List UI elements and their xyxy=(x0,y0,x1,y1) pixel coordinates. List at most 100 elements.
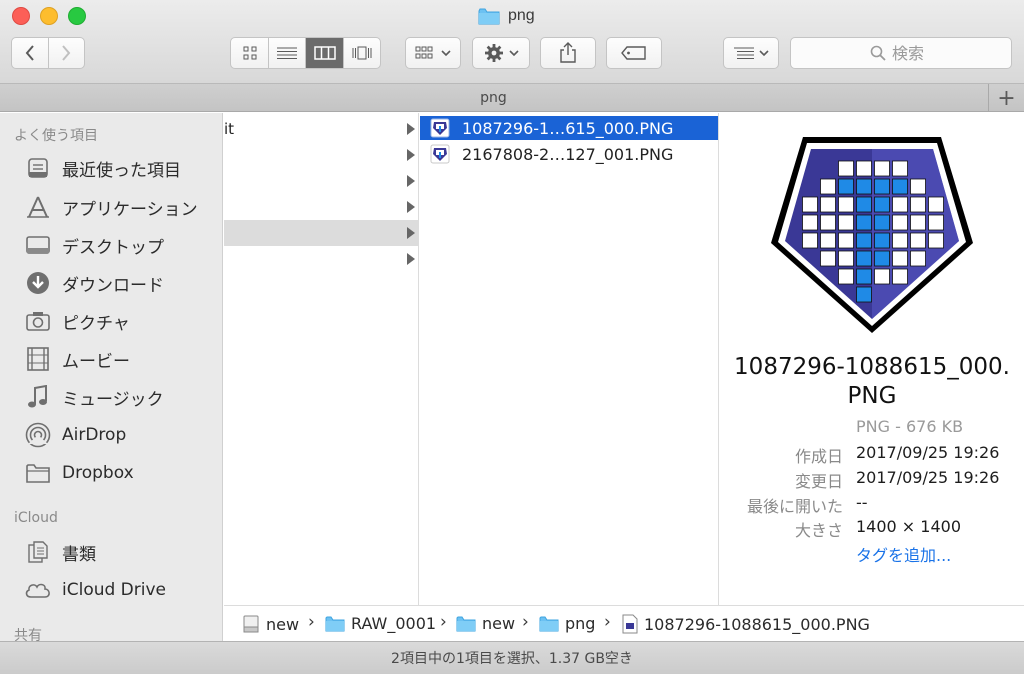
disclosure-arrow-icon xyxy=(407,149,415,161)
action-button[interactable] xyxy=(472,37,530,69)
pixel-cell xyxy=(838,214,854,231)
sidebar-item-pictures[interactable]: ピクチャ xyxy=(0,304,222,338)
pixel-cell xyxy=(820,214,836,231)
list-view-button[interactable] xyxy=(268,38,305,68)
back-button[interactable] xyxy=(12,38,48,68)
airdrop-icon xyxy=(24,422,52,448)
columns-icon xyxy=(313,46,336,60)
sidebar-item-airdrop[interactable]: AirDrop xyxy=(0,418,222,452)
desktop-icon xyxy=(24,232,52,258)
sidebar-item-label: デスクトップ xyxy=(62,237,164,258)
list-item[interactable] xyxy=(224,142,418,168)
minimize-window-button[interactable] xyxy=(40,7,58,25)
pixel-cell xyxy=(910,178,926,195)
share-button[interactable] xyxy=(540,37,596,69)
list-item-selected[interactable] xyxy=(224,220,418,246)
meta-key: 変更日 xyxy=(794,472,843,491)
icon-grid-icon xyxy=(243,46,257,60)
new-tab-button[interactable]: + xyxy=(988,84,1024,112)
pixel-cell xyxy=(892,214,908,231)
pixel-cell xyxy=(892,232,908,249)
png-file-icon xyxy=(430,118,450,138)
list-item[interactable]: it xyxy=(224,116,418,142)
sidebar-item-applications[interactable]: アプリケーション xyxy=(0,190,222,224)
path-item-label: RAW_0001 xyxy=(351,614,437,633)
close-window-button[interactable] xyxy=(12,7,30,25)
pixel-cell xyxy=(838,250,854,267)
sidebar-item-movies[interactable]: ムービー xyxy=(0,342,222,376)
icon-view-button[interactable] xyxy=(231,38,268,68)
share-icon xyxy=(560,42,576,63)
file-row-selected[interactable]: 1087296-1…615_000.PNG xyxy=(420,116,718,140)
sidebar-item-label: ムービー xyxy=(62,351,130,372)
sidebar-item-label: AirDrop xyxy=(62,425,127,445)
pixel-cell xyxy=(856,232,872,249)
meta-row-created: 作成日 2017/09/25 19:26 xyxy=(720,443,1024,466)
tag-icon xyxy=(621,46,646,60)
cover-flow-view-button[interactable] xyxy=(342,38,380,68)
sidebar-item-icloud-drive[interactable]: iCloud Drive xyxy=(0,573,222,607)
pixel-cell xyxy=(874,250,890,267)
nav-button-group xyxy=(11,37,85,69)
png-file-icon xyxy=(622,614,638,634)
tab-png[interactable]: png xyxy=(0,84,987,112)
music-note-icon xyxy=(24,384,52,410)
pixel-cell xyxy=(874,160,890,177)
folder-icon xyxy=(456,616,476,631)
preview-filename-line1: 1087296-1088615_000. xyxy=(734,354,1010,380)
search-field[interactable] xyxy=(790,37,1012,69)
column-view-button[interactable] xyxy=(305,38,343,68)
pixel-cell xyxy=(892,196,908,213)
sidebar-item-music[interactable]: ミュージック xyxy=(0,380,222,414)
pixel-cell xyxy=(802,232,818,249)
pixel-cell xyxy=(928,196,944,213)
search-icon xyxy=(870,45,886,61)
search-input[interactable] xyxy=(892,43,932,63)
path-item-raw[interactable]: RAW_0001 xyxy=(325,614,436,633)
tag-button[interactable] xyxy=(606,37,662,69)
pixel-cell xyxy=(856,214,872,231)
zoom-window-button[interactable] xyxy=(68,7,86,25)
list-item[interactable] xyxy=(224,194,418,220)
meta-row-dimensions: 大きさ 1400 × 1400 xyxy=(720,517,1024,540)
file-preview-image xyxy=(771,137,973,333)
sort-button[interactable] xyxy=(723,37,779,69)
pixel-cell xyxy=(802,196,818,213)
path-item-new-folder[interactable]: new xyxy=(456,614,515,633)
column-parent: it xyxy=(224,113,419,605)
meta-value: 1400 × 1400 xyxy=(856,517,962,536)
list-item[interactable] xyxy=(224,246,418,272)
cover-flow-icon xyxy=(352,46,372,60)
chevron-down-icon xyxy=(508,50,519,57)
chevron-left-icon xyxy=(25,45,34,61)
forward-button[interactable] xyxy=(47,38,84,68)
add-tags-link[interactable]: タグを追加... xyxy=(856,542,951,566)
path-item-file[interactable]: 1087296-1088615_000.PNG xyxy=(622,614,870,634)
film-icon xyxy=(24,346,52,372)
list-item[interactable] xyxy=(224,168,418,194)
sidebar-item-recents[interactable]: 最近使った項目 xyxy=(0,151,222,185)
folder-icon xyxy=(24,460,52,486)
pixel-cell xyxy=(874,214,890,231)
path-separator: › xyxy=(522,612,529,632)
sidebar-item-label: iCloud Drive xyxy=(62,580,167,600)
arrange-grid-icon xyxy=(415,46,433,59)
sidebar-item-documents[interactable]: 書類 xyxy=(0,535,222,569)
path-separator: › xyxy=(440,612,447,632)
path-item-new-disk[interactable]: new xyxy=(242,614,299,634)
sidebar-item-downloads[interactable]: ダウンロード xyxy=(0,266,222,300)
pixel-cell xyxy=(820,196,836,213)
tab-bar: png + xyxy=(0,84,1024,112)
preview-pane: 1087296-1088615_000. PNG PNG - 676 KB 作成… xyxy=(720,113,1024,605)
path-item-png[interactable]: png xyxy=(539,614,595,633)
arrange-button[interactable] xyxy=(405,37,461,69)
file-row[interactable]: 2167808-2…127_001.PNG xyxy=(420,142,718,166)
preview-filename: 1087296-1088615_000. PNG xyxy=(720,353,1024,411)
pixel-cell xyxy=(874,268,890,285)
pixel-cell xyxy=(802,214,818,231)
list-icon xyxy=(277,47,298,59)
sidebar-item-desktop[interactable]: デスクトップ xyxy=(0,228,222,262)
pixel-cell xyxy=(910,214,926,231)
view-mode-group xyxy=(230,37,381,69)
sidebar-item-dropbox[interactable]: Dropbox xyxy=(0,456,222,490)
